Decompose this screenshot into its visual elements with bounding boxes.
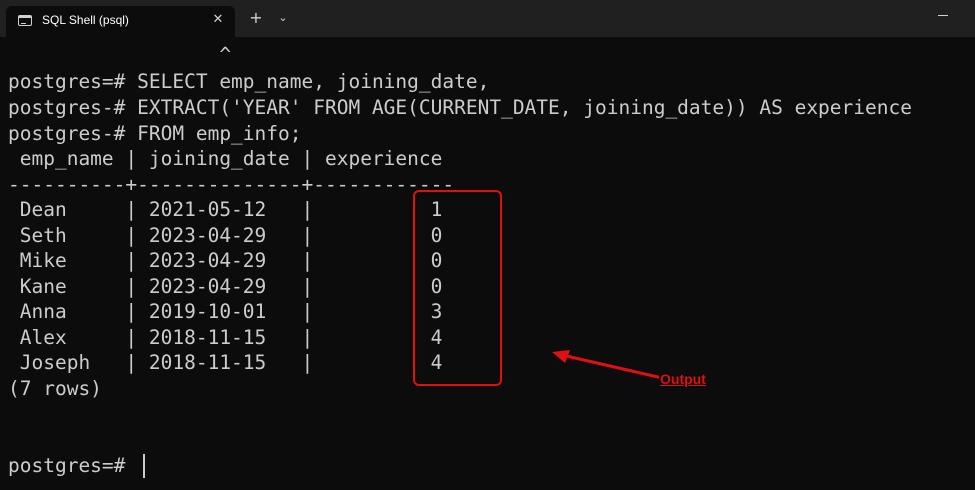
terminal-prompt: postgres=# [8, 454, 138, 477]
minimize-button[interactable] [933, 6, 955, 22]
chevron-down-icon[interactable]: ⌄ [275, 10, 291, 26]
output-annotation-label: Output [660, 371, 706, 387]
terminal-line-query-2: postgres-# EXTRACT('YEAR' FROM AGE(CURRE… [8, 96, 912, 119]
new-tab-button[interactable]: + [247, 9, 265, 27]
table-row: Mike | 2023-04-29 | 0 [8, 249, 443, 272]
tab-title: SQL Shell (psql) [42, 13, 129, 27]
table-row: Anna | 2019-10-01 | 3 [8, 300, 443, 323]
annotation-arrow-icon [552, 350, 660, 379]
table-row: Kane | 2023-04-29 | 0 [8, 275, 443, 298]
row-count: (7 rows) [8, 377, 102, 400]
result-header: emp_name | joining_date | experience [8, 147, 443, 170]
tab-sql-shell[interactable]: SQL Shell (psql) ✕ [6, 6, 235, 37]
terminal-line-query-3: postgres-# FROM emp_info; [8, 122, 302, 145]
result-separator: ----------+--------------+------------ [8, 173, 455, 196]
output-highlight-box [413, 190, 502, 386]
terminal-icon [18, 15, 32, 26]
terminal-line-query-1: postgres=# SELECT emp_name, joining_date… [8, 70, 490, 93]
table-row: Dean | 2021-05-12 | 1 [8, 198, 443, 221]
table-row: Seth | 2023-04-29 | 0 [8, 224, 443, 247]
table-row: Joseph | 2018-11-15 | 4 [8, 351, 443, 374]
text-cursor [143, 454, 145, 478]
table-row: Alex | 2018-11-15 | 4 [8, 326, 443, 349]
title-bar: SQL Shell (psql) ✕ + ⌄ [0, 0, 975, 37]
close-icon[interactable]: ✕ [209, 11, 227, 29]
terminal-window: SQL Shell (psql) ✕ + ⌄ ^ postgres=# SELE… [0, 0, 975, 490]
terminal-line-caret: ^ [8, 43, 232, 66]
